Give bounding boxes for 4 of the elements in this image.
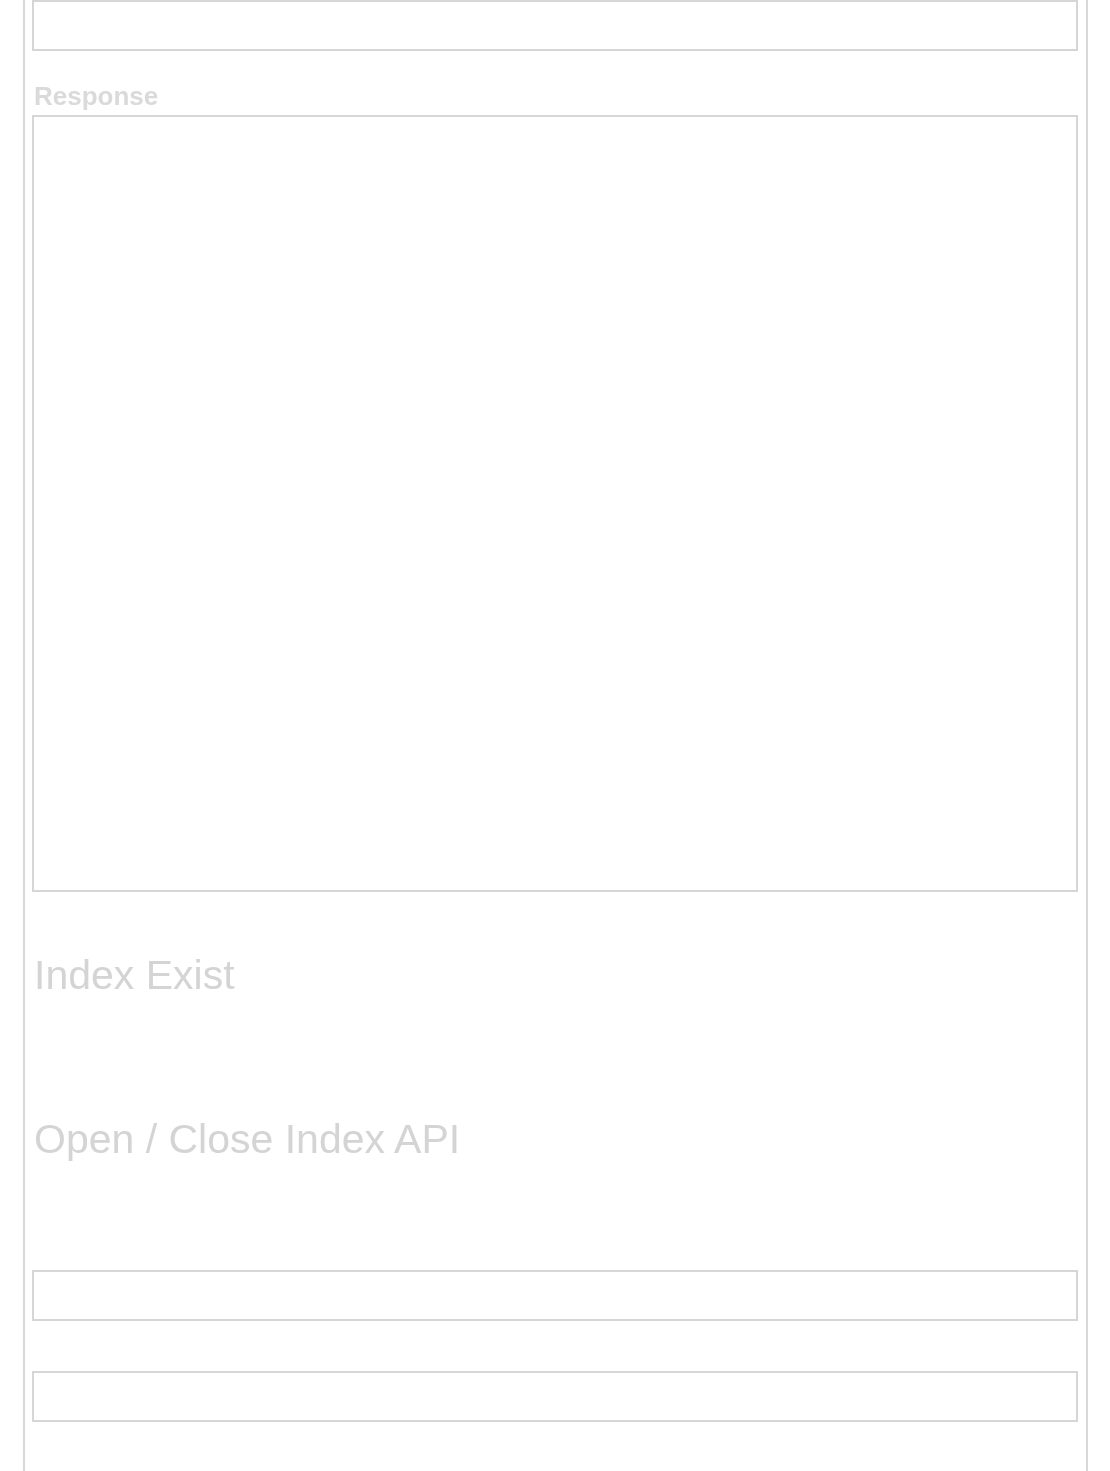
text-field[interactable]: [32, 1371, 1078, 1422]
text-field[interactable]: [32, 1270, 1078, 1321]
text-field[interactable]: [32, 0, 1078, 51]
response-textarea[interactable]: [32, 115, 1078, 892]
